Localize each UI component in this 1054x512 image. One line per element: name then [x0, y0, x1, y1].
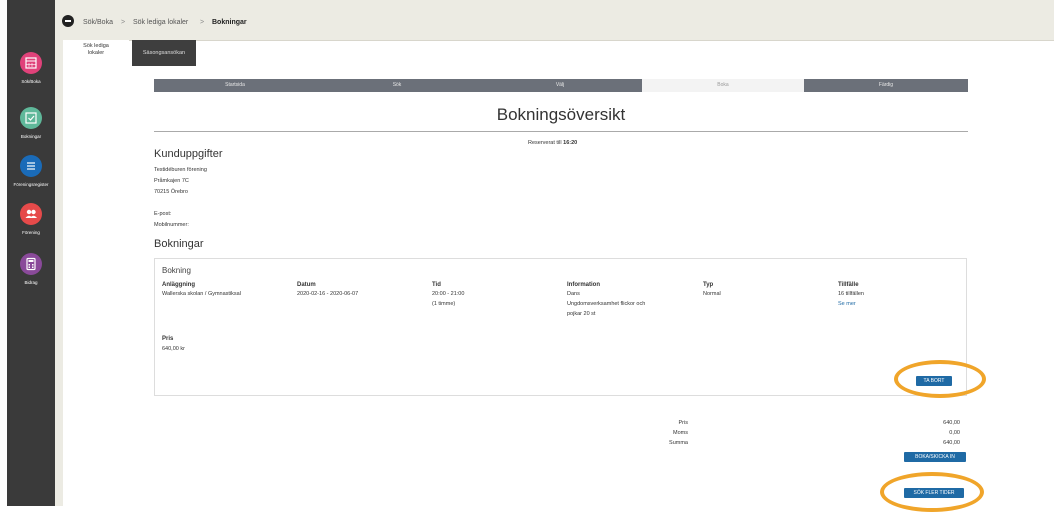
reserved-time: 16:20: [563, 140, 578, 146]
breadcrumb-separator: >: [121, 19, 126, 26]
booking-type: Normal: [703, 291, 721, 297]
breadcrumb-current: Bokningar: [212, 19, 247, 26]
top-bar: Sök/Boka > Sök lediga lokaler > Bokninga…: [55, 0, 1054, 41]
booking-facility: Wallerska skolan / Gymnastiksal: [162, 291, 241, 297]
col-header-occasion: Tillfälle: [838, 282, 859, 288]
breadcrumb-separator: >: [200, 19, 205, 26]
bookings-heading: Bokningar: [154, 238, 204, 250]
title-divider: [154, 131, 968, 132]
summary-total: 640,00: [943, 440, 960, 446]
summary-price: 640,00: [943, 420, 960, 426]
step-startsida: Startsida: [154, 79, 316, 92]
summary-total-label: Summa: [669, 440, 688, 446]
col-header-time: Tid: [432, 282, 441, 288]
reserved-label: Reserverat till: [528, 140, 562, 146]
submit-booking-button[interactable]: BOKA/SKICKA IN: [904, 452, 966, 462]
customer-heading: Kunduppgifter: [154, 148, 223, 160]
tab-sok-lediga-lokaler[interactable]: Sök lediga lokaler: [63, 40, 129, 66]
summary-price-label: Pris: [678, 420, 688, 426]
booking-info-line1: Dans: [567, 291, 580, 297]
sidebar-item-sok-boka[interactable]: Sök/Boka: [7, 52, 55, 84]
step-label: Sök: [392, 82, 402, 88]
booking-occasions: 16 tillfällen: [838, 291, 864, 297]
summary-vat: 0,00: [949, 430, 960, 436]
sidebar-item-label: Föreningsregister: [13, 182, 49, 187]
sidebar-item-forening[interactable]: Förening: [7, 203, 55, 235]
sidebar: Sök/Boka Bokningar Föreningsregister För…: [7, 0, 55, 506]
booking-card: Bokning Anläggning Datum Tid Information…: [154, 258, 967, 396]
col-header-date: Datum: [297, 282, 316, 288]
booking-info-line3: pojkar 20 st: [567, 311, 596, 317]
customer-street: Pråmkajen 7C: [154, 178, 189, 184]
breadcrumb-item[interactable]: Sök/Boka: [83, 19, 113, 26]
step-label: Färdig: [878, 82, 894, 88]
left-gutter: [55, 40, 63, 506]
step-fardig: Färdig: [804, 79, 968, 92]
customer-email-label: E-post:: [154, 211, 172, 217]
col-header-facility: Anläggning: [162, 282, 195, 288]
tab-label-line1: Sök lediga: [83, 43, 109, 49]
see-more-link[interactable]: Se mer: [838, 301, 856, 307]
sidebar-item-label: Sök/Boka: [21, 79, 41, 84]
booking-time: 20:00 - 21:00: [432, 291, 465, 297]
step-sok: Sök: [316, 79, 478, 92]
customer-phone-label: Mobilnummer:: [154, 222, 189, 228]
col-header-type: Typ: [703, 282, 714, 288]
booking-duration: (1 timme): [432, 301, 456, 307]
step-boka: Boka: [642, 79, 804, 92]
booking-date: 2020-02-16 - 2020-06-07: [297, 291, 359, 297]
highlight-ring: [894, 360, 986, 398]
booking-price: 640,00 kr: [162, 346, 185, 352]
step-valj: Välj: [478, 79, 642, 92]
customer-name: Testidéburen förening: [154, 167, 207, 173]
tab-label-line2: lokaler: [87, 50, 105, 56]
breadcrumb-item[interactable]: Sök lediga lokaler: [133, 19, 188, 26]
summary-vat-label: Moms: [673, 430, 688, 436]
customer-city: 70215 Örebro: [154, 189, 188, 195]
page-title: Bokningsöversikt: [496, 105, 626, 124]
sidebar-item-foreningsregister[interactable]: Föreningsregister: [7, 155, 55, 187]
highlight-ring: [880, 472, 984, 512]
calendar-icon: [20, 52, 42, 74]
people-icon: [20, 203, 42, 225]
step-label: Välj: [555, 82, 565, 88]
list-icon: [20, 155, 42, 177]
calendar-check-icon: [20, 107, 42, 129]
sidebar-item-label: Bidrag: [24, 280, 38, 285]
calculator-icon: [20, 253, 42, 275]
booking-title: Bokning: [162, 266, 191, 275]
price-label: Pris: [162, 336, 174, 342]
step-label: Startsida: [225, 82, 245, 88]
sidebar-item-bidrag[interactable]: Bidrag: [7, 253, 55, 285]
reserved-until: Reserverat till 16:20: [528, 140, 577, 146]
col-header-info: Information: [567, 282, 600, 288]
sidebar-item-label: Förening: [22, 230, 40, 235]
step-label: Boka: [717, 82, 729, 88]
sidebar-item-bokningar[interactable]: Bokningar: [7, 107, 55, 139]
booking-info-line2: Ungdomsverksamhet flickor och: [567, 301, 646, 307]
collapse-icon[interactable]: [62, 15, 74, 27]
tab-sasongsansokan[interactable]: Säsongsansökan: [132, 40, 196, 66]
sidebar-item-label: Bokningar: [20, 134, 42, 139]
tab-label: Säsongsansökan: [142, 50, 186, 56]
